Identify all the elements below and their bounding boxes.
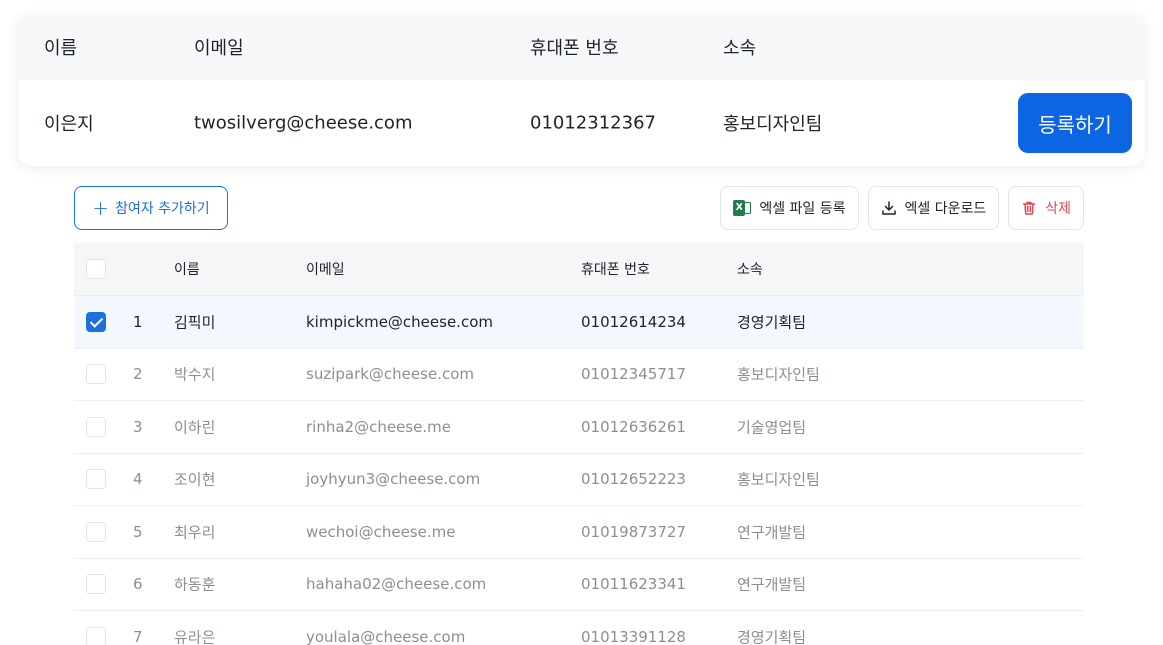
table-row[interactable]: 7 유라은 youlala@cheese.com 01013391128 경영기획팀 [74, 611, 1084, 645]
row-number: 3 [133, 417, 143, 436]
row-number: 5 [133, 522, 143, 541]
entry-org: 홍보디자인팀 [723, 114, 823, 135]
table-row[interactable]: 5 최우리 wechoi@cheese.me 01019873727 연구개발팀 [74, 506, 1084, 559]
header-email: 이메일 [194, 38, 244, 59]
row-name: 조이현 [174, 470, 216, 489]
row-number: 7 [133, 627, 143, 645]
row-phone: 01012614234 [581, 312, 686, 331]
add-participant-button[interactable]: + 참여자 추가하기 [74, 186, 228, 230]
select-all-checkbox[interactable] [86, 259, 106, 279]
column-org: 소속 [737, 262, 763, 278]
delete-button[interactable]: 삭제 [1008, 186, 1084, 230]
table-body: 1 김픽미 kimpickme@cheese.com 01012614234 경영기획팀… [74, 296, 1084, 645]
registration-header: 이름 이메일 휴대폰 번호 소속 [18, 14, 1145, 80]
row-org: 연구개발팀 [737, 523, 807, 542]
table-row[interactable]: 4 조이현 joyhyun3@cheese.com 01012652223 홍보디자인팀 [74, 454, 1084, 506]
row-email: joyhyun3@cheese.com [306, 470, 481, 489]
row-email: wechoi@cheese.me [306, 522, 456, 541]
entry-name: 이은지 [44, 114, 94, 135]
row-checkbox[interactable] [86, 364, 106, 385]
registration-entry: 이은지 twosilverg@cheese.com 01012312367 홍보… [18, 80, 1145, 166]
row-name: 박수지 [174, 365, 216, 384]
table-header: 이름 이메일 휴대폰 번호 소속 [74, 243, 1084, 296]
row-phone: 01011623341 [581, 575, 686, 594]
toolbar: + 참여자 추가하기 X 엑셀 파일 등록 엑셀 다운로드 삭제 [74, 186, 1084, 230]
excel-icon: X [733, 199, 752, 217]
table-row[interactable]: 6 하동훈 hahaha02@cheese.com 01011623341 연구개발팀 [74, 559, 1084, 611]
column-phone: 휴대폰 번호 [581, 262, 650, 278]
row-number: 2 [133, 365, 143, 384]
row-org: 경영기획팀 [737, 313, 807, 332]
row-org: 경영기획팀 [737, 628, 807, 645]
row-phone: 01012636261 [581, 417, 686, 436]
row-number: 4 [133, 470, 143, 489]
excel-download-label: 엑셀 다운로드 [904, 201, 987, 217]
row-email: kimpickme@cheese.com [306, 312, 493, 331]
register-button[interactable]: 등록하기 [1018, 93, 1132, 153]
row-org: 홍보디자인팀 [737, 470, 820, 489]
row-number: 6 [133, 575, 143, 594]
row-name: 김픽미 [174, 313, 216, 332]
row-name: 하동훈 [174, 575, 216, 594]
row-phone: 01012652223 [581, 470, 686, 489]
row-org: 기술영업팀 [737, 418, 807, 437]
row-org: 홍보디자인팀 [737, 365, 820, 384]
registration-card: 이름 이메일 휴대폰 번호 소속 이은지 twosilverg@cheese.c… [18, 14, 1145, 166]
participants-table: 이름 이메일 휴대폰 번호 소속 1 김픽미 kimpickme@cheese.co… [74, 243, 1084, 645]
row-number: 1 [133, 312, 143, 331]
row-checkbox[interactable] [86, 311, 106, 332]
download-icon [881, 201, 896, 215]
delete-label: 삭제 [1045, 201, 1071, 217]
entry-email: twosilverg@cheese.com [194, 112, 413, 134]
column-name: 이름 [174, 262, 200, 278]
trash-icon [1022, 201, 1036, 215]
add-participant-label: 참여자 추가하기 [115, 201, 210, 217]
table-row[interactable]: 3 이하린 rinha2@cheese.me 01012636261 기술영업팀 [74, 401, 1084, 454]
row-email: suzipark@cheese.com [306, 365, 474, 384]
header-org: 소속 [723, 38, 757, 59]
row-email: hahaha02@cheese.com [306, 575, 487, 594]
plus-icon: + [92, 196, 110, 220]
header-name: 이름 [44, 38, 78, 59]
entry-phone: 01012312367 [530, 112, 656, 134]
row-name: 최우리 [174, 523, 216, 542]
row-checkbox[interactable] [86, 521, 106, 542]
excel-upload-button[interactable]: X 엑셀 파일 등록 [720, 186, 859, 230]
row-name: 유라은 [174, 628, 216, 645]
row-checkbox[interactable] [86, 626, 106, 645]
row-org: 연구개발팀 [737, 575, 807, 594]
row-phone: 01012345717 [581, 365, 686, 384]
row-checkbox[interactable] [86, 469, 106, 490]
row-email: rinha2@cheese.me [306, 417, 451, 436]
right-tools: X 엑셀 파일 등록 엑셀 다운로드 삭제 [720, 186, 1084, 230]
row-checkbox[interactable] [86, 574, 106, 595]
row-checkbox[interactable] [86, 416, 106, 437]
row-email: youlala@cheese.com [306, 627, 466, 645]
row-phone: 01013391128 [581, 627, 686, 645]
column-email: 이메일 [306, 262, 345, 278]
row-phone: 01019873727 [581, 522, 686, 541]
row-name: 이하린 [174, 418, 216, 437]
table-row[interactable]: 2 박수지 suzipark@cheese.com 01012345717 홍보디자인팀 [74, 349, 1084, 401]
table-row[interactable]: 1 김픽미 kimpickme@cheese.com 01012614234 경영기획팀 [74, 296, 1084, 349]
header-phone: 휴대폰 번호 [530, 38, 619, 59]
excel-upload-label: 엑셀 파일 등록 [759, 201, 846, 217]
excel-download-button[interactable]: 엑셀 다운로드 [867, 186, 1000, 230]
